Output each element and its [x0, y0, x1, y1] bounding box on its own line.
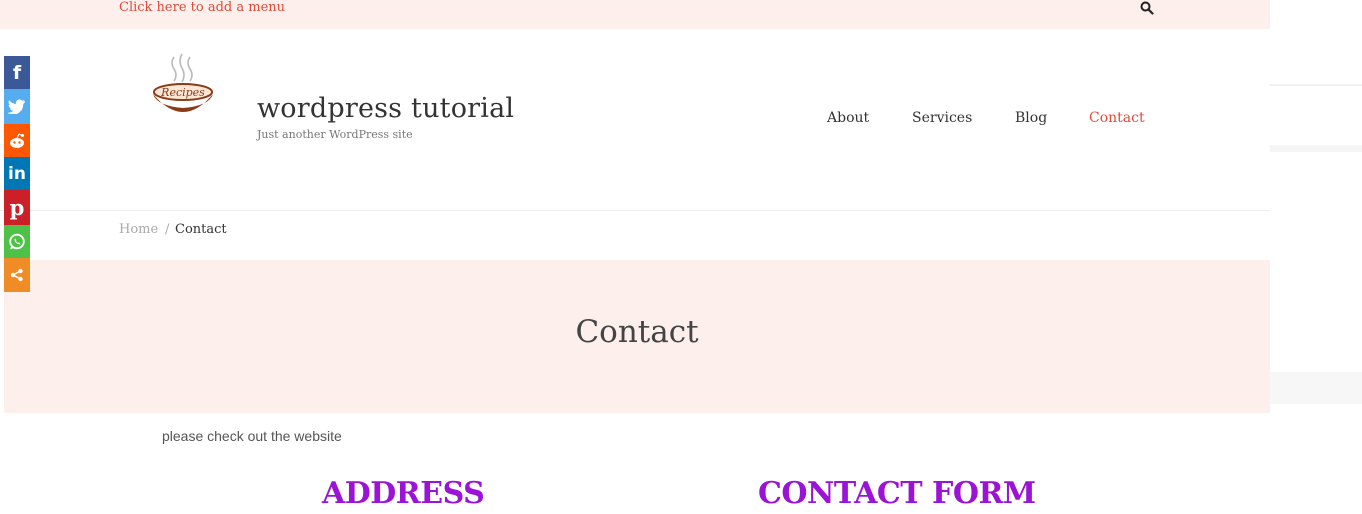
nav-item-services[interactable]: Services	[912, 110, 972, 126]
nav-item-contact[interactable]: Contact	[1089, 110, 1145, 126]
divider	[1270, 145, 1362, 152]
site-logo[interactable]: Recipes	[150, 52, 216, 118]
divider	[1270, 84, 1362, 86]
whatsapp-icon	[9, 233, 25, 249]
breadcrumb-separator: /	[165, 222, 170, 237]
nav-item-blog[interactable]: Blog	[1015, 110, 1047, 126]
pinterest-share-button[interactable]: p	[4, 190, 30, 225]
facebook-icon: f	[12, 61, 22, 84]
breadcrumb-current: Contact	[175, 222, 227, 237]
page-right-margin	[1270, 0, 1362, 514]
twitter-icon	[8, 99, 25, 114]
site-tagline: Just another WordPress site	[257, 128, 413, 141]
nav-item-about[interactable]: About	[827, 110, 869, 126]
reddit-icon	[10, 132, 24, 148]
search-icon[interactable]	[1140, 0, 1158, 16]
breadcrumb-home-link[interactable]: Home	[119, 222, 158, 237]
share-icon	[10, 268, 23, 282]
logo-text: Recipes	[160, 86, 205, 99]
pinterest-icon: p	[9, 195, 25, 220]
top-bar: Click here to add a menu	[0, 0, 1270, 29]
divider	[1270, 372, 1362, 404]
reddit-share-button[interactable]	[4, 124, 30, 157]
social-share-bar: f in p	[4, 56, 30, 292]
intro-text: please check out the website	[162, 428, 342, 444]
address-heading: ADDRESS	[322, 476, 485, 511]
contact-form-heading: CONTACT FORM	[758, 476, 1036, 511]
twitter-share-button[interactable]	[4, 89, 30, 124]
add-menu-link[interactable]: Click here to add a menu	[119, 0, 285, 16]
linkedin-share-button[interactable]: in	[4, 157, 30, 190]
facebook-share-button[interactable]: f	[4, 56, 30, 89]
more-share-button[interactable]	[4, 258, 30, 292]
whatsapp-share-button[interactable]	[4, 225, 30, 258]
page-title: Contact	[575, 314, 699, 350]
site-title[interactable]: wordpress tutorial	[257, 92, 514, 126]
linkedin-icon: in	[8, 163, 26, 184]
